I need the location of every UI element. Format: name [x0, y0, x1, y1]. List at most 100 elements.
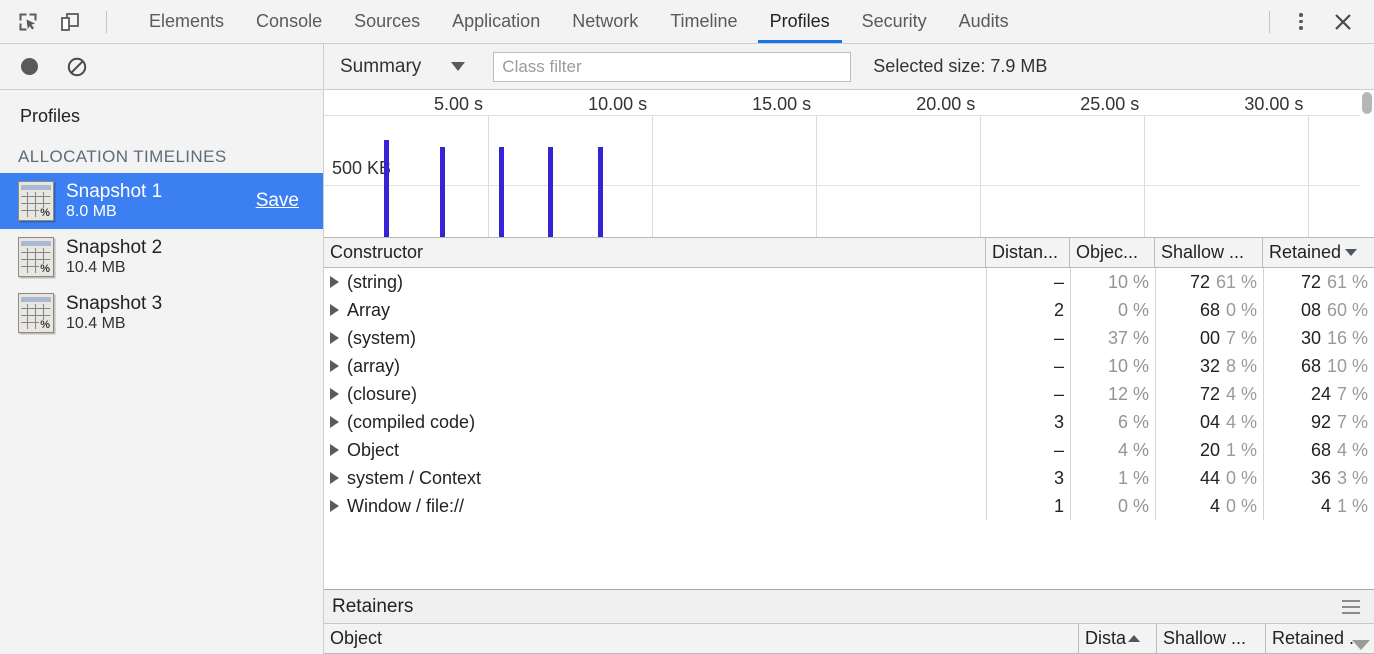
close-icon[interactable]	[1326, 5, 1360, 39]
snapshot-size: 10.4 MB	[66, 258, 126, 276]
table-row[interactable]: system / Context 3 1 % 44 0 % 36 3 %	[324, 464, 1374, 492]
table-row[interactable]: (system) –37 % 00 7 % 30 16 %	[324, 324, 1374, 352]
tab-profiles[interactable]: Profiles	[754, 0, 846, 43]
table-row[interactable]: (compiled code) 3 6 % 04 4 % 92 7 %	[324, 408, 1374, 436]
allocation-timeline-chart[interactable]: 5.00 s 10.00 s 15.00 s 20.00 s 25.00 s 30.00 …	[324, 90, 1374, 238]
allocation-bar[interactable]	[597, 147, 603, 237]
allocation-bar[interactable]	[499, 147, 505, 237]
tab-application[interactable]: Application	[436, 0, 556, 43]
tab-network[interactable]: Network	[556, 0, 654, 43]
cell-shallow-size: 44 0 %	[1155, 464, 1263, 492]
expand-triangle-icon[interactable]	[330, 388, 339, 400]
sidebar-item-snapshot-2[interactable]: % Snapshot 2 10.4 MB	[0, 229, 323, 285]
column-header-retained-size[interactable]: Retained	[1263, 238, 1374, 267]
profiles-body: Profiles ALLOCATION TIMELINES % Snapshot…	[0, 90, 1374, 654]
column-header-object[interactable]: Object	[324, 624, 1079, 653]
snapshot-text: Snapshot 1 8.0 MB	[66, 181, 162, 220]
expand-triangle-icon[interactable]	[330, 332, 339, 344]
expand-triangle-icon[interactable]	[330, 360, 339, 372]
device-toolbar-icon[interactable]	[56, 8, 84, 36]
tab-audits[interactable]: Audits	[943, 0, 1025, 43]
chart-x-tick-label: 20.00 s	[916, 94, 976, 114]
table-row[interactable]: (closure) –12 % 72 4 % 24 7 %	[324, 380, 1374, 408]
selected-size-label: Selected size: 7.9 MB	[873, 56, 1048, 76]
chart-vertical-scrollbar[interactable]	[1360, 90, 1374, 237]
retainers-grid-header: Object Dista Shallow ... Retained ...	[324, 624, 1374, 654]
more-options-icon[interactable]	[1286, 7, 1316, 37]
profiles-toolbar: Summary Selected size: 7.9 MB	[0, 44, 1374, 90]
snapshot-name: Snapshot 3	[66, 293, 163, 315]
tab-sources[interactable]: Sources	[338, 0, 436, 43]
cell-shallow-size: 00 7 %	[1155, 324, 1263, 352]
column-header-retainer-distance[interactable]: Dista	[1079, 624, 1157, 653]
expand-triangle-icon[interactable]	[330, 500, 339, 512]
table-row[interactable]: Object –4 % 20 1 % 68 4 %	[324, 436, 1374, 464]
cell-distance: –	[986, 324, 1070, 352]
snapshot-name: Snapshot 1	[66, 181, 163, 203]
class-filter-input[interactable]	[493, 51, 852, 82]
record-button[interactable]	[16, 54, 42, 80]
view-select[interactable]: Summary	[340, 56, 471, 78]
cell-distance: –	[986, 436, 1070, 464]
constructor-name: (closure)	[347, 383, 418, 404]
cell-objects-count: 12 %	[1070, 380, 1155, 408]
cell-distance: –	[986, 380, 1070, 408]
allocation-bar[interactable]	[384, 140, 390, 237]
table-row[interactable]: (array) –10 % 32 8 % 68 10 %	[324, 352, 1374, 380]
tab-label: Security	[861, 11, 927, 31]
tab-elements[interactable]: Elements	[133, 0, 240, 43]
table-row[interactable]: Array 2 0 % 68 0 % 08 60 %	[324, 296, 1374, 324]
sidebar-item-snapshot-1[interactable]: % Snapshot 1 8.0 MB Save	[0, 173, 323, 229]
cell-distance: 1	[986, 492, 1070, 520]
retainers-title: Retainers	[332, 595, 414, 617]
chart-x-tick-label: 25.00 s	[1080, 94, 1140, 114]
expand-triangle-icon[interactable]	[330, 276, 339, 288]
column-header-constructor[interactable]: Constructor	[324, 238, 986, 267]
expand-triangle-icon[interactable]	[330, 304, 339, 316]
inspect-element-icon[interactable]	[14, 8, 42, 36]
tab-label: Audits	[958, 11, 1009, 31]
cell-objects-count: 6 %	[1070, 408, 1155, 436]
chart-gridline	[1144, 116, 1146, 237]
chart-y-axis-label: 500 KB	[332, 158, 392, 178]
scroll-down-arrow-icon[interactable]	[1352, 640, 1370, 650]
hamburger-menu-icon[interactable]	[1338, 596, 1364, 618]
devtools-tabbar: Elements Console Sources Application Net…	[0, 0, 1374, 44]
cell-distance: 2	[986, 296, 1070, 324]
tabbar-tool-icons	[0, 0, 123, 43]
tab-console[interactable]: Console	[240, 0, 338, 43]
expand-triangle-icon[interactable]	[330, 472, 339, 484]
cell-shallow-size: 32 8 %	[1155, 352, 1263, 380]
snapshot-name: Snapshot 2	[66, 237, 163, 259]
allocation-bar[interactable]	[548, 147, 554, 237]
column-header-shallow-size[interactable]: Shallow ...	[1155, 238, 1263, 267]
expand-triangle-icon[interactable]	[330, 416, 339, 428]
devtools-window: Elements Console Sources Application Net…	[0, 0, 1374, 654]
snapshot-text: Snapshot 3 10.4 MB	[66, 293, 162, 332]
toolbar-divider-right	[1269, 10, 1270, 33]
constructor-name: Window / file://	[347, 495, 465, 516]
allocation-bar[interactable]	[440, 147, 446, 237]
chart-gridline	[488, 116, 490, 237]
cell-shallow-size: 72 4 %	[1155, 380, 1263, 408]
constructor-name: Object	[347, 439, 400, 460]
cell-distance: 3	[986, 464, 1070, 492]
sidebar-item-snapshot-3[interactable]: % Snapshot 3 10.4 MB	[0, 285, 323, 341]
table-row[interactable]: Window / file:// 1 0 % 40 % 41 %	[324, 492, 1374, 520]
table-row[interactable]: (string) –10 % 72 61 % 72 61 %	[324, 268, 1374, 296]
tab-label: Console	[256, 11, 323, 31]
column-header-objects-count[interactable]: Objec...	[1070, 238, 1155, 267]
column-header-distance[interactable]: Distan...	[986, 238, 1070, 267]
expand-triangle-icon[interactable]	[330, 444, 339, 456]
column-header-retainer-shallow-size[interactable]: Shallow ...	[1157, 624, 1266, 653]
tab-security[interactable]: Security	[846, 0, 943, 43]
tab-timeline[interactable]: Timeline	[654, 0, 753, 43]
chart-gridline	[980, 116, 982, 237]
clear-profiles-button[interactable]	[64, 54, 90, 80]
save-link[interactable]: Save	[256, 190, 311, 212]
chart-gridline	[652, 116, 654, 237]
cell-objects-count: 0 %	[1070, 492, 1155, 520]
cell-retained-size: 30 16 %	[1263, 324, 1374, 352]
constructor-name: Array	[347, 299, 391, 320]
tab-label: Network	[572, 11, 639, 31]
